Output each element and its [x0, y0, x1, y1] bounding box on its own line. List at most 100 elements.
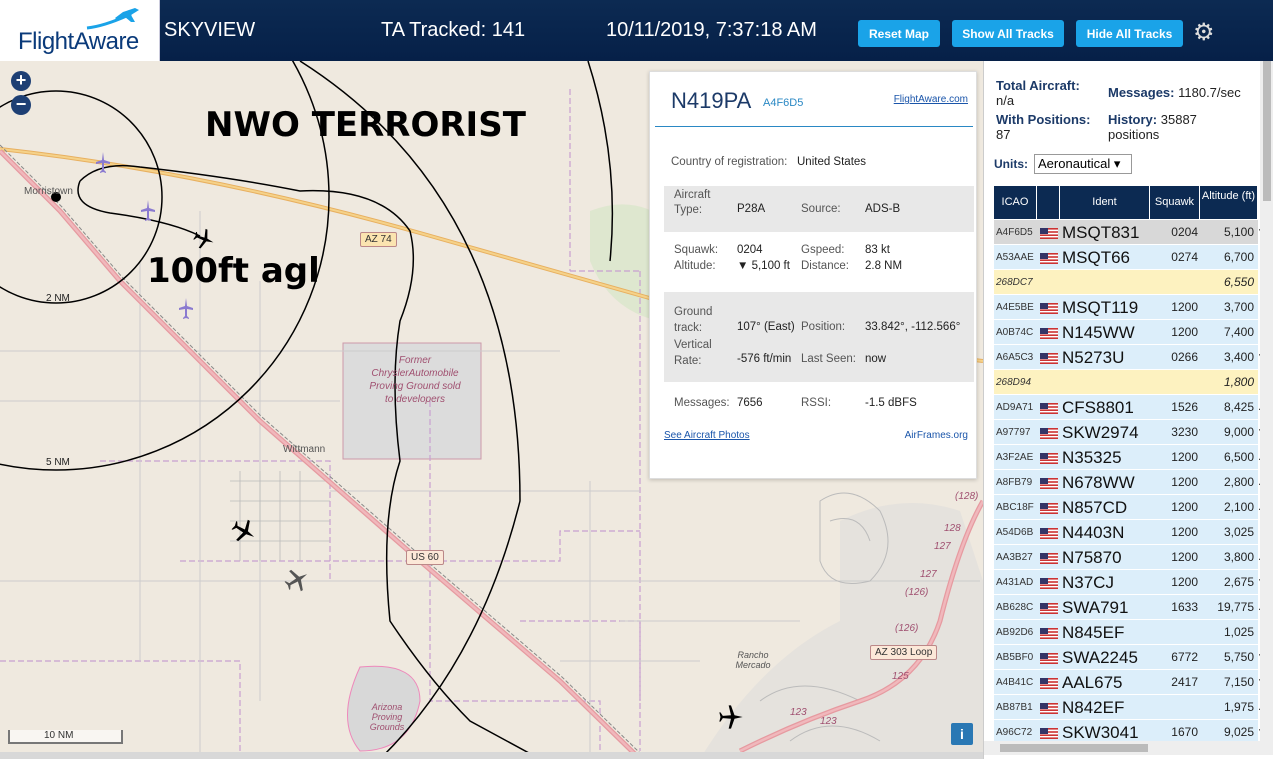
aircraft-photos-link[interactable]: See Aircraft Photos — [664, 430, 750, 441]
zoom-out-button[interactable]: − — [11, 95, 31, 115]
table-row[interactable]: A6A5C3N5273U02663,400▼ — [994, 345, 1267, 370]
table-row[interactable]: A4F6D5MSQT83102045,100▼ — [994, 220, 1267, 245]
road-127a: 127 — [934, 541, 951, 552]
row-altitude: 8,425 — [1223, 400, 1254, 414]
row-altitude: 2,100 — [1223, 500, 1254, 514]
table-row[interactable]: 268DC7 6,550 — [994, 270, 1258, 295]
table-row[interactable]: AB5BF0SWA224567725,750▼ — [994, 645, 1267, 670]
row-ident: N75870 — [1062, 548, 1122, 567]
country-label: Country of registration: — [671, 156, 788, 168]
col-ident[interactable]: Ident — [1060, 186, 1150, 219]
positions-value: 87 — [996, 127, 1011, 142]
col-squawk[interactable]: Squawk — [1150, 186, 1200, 219]
flightaware-logo[interactable]: FlightAware — [0, 0, 160, 61]
source-value: ADS-B — [865, 203, 901, 215]
squawk-label: Squawk: — [674, 244, 719, 256]
row-ident: N37CJ — [1062, 573, 1114, 592]
table-row[interactable]: 268D94 1,800 — [994, 370, 1258, 395]
table-row[interactable]: A4E5BE MSQT119 1200 3,700 — [994, 295, 1258, 320]
row-icao: A431AD — [996, 577, 1034, 588]
units-select[interactable]: Aeronautical ▾ — [1034, 154, 1132, 174]
row-altitude: 7,400 — [1223, 325, 1254, 339]
squawk-value: 0204 — [737, 244, 763, 256]
road-123b: 123 — [820, 716, 837, 727]
road-az74: AZ 74 — [360, 232, 397, 247]
aircraft-icon[interactable] — [230, 517, 258, 545]
with-positions: With Positions: — [996, 112, 1091, 127]
road-123a: 123 — [790, 707, 807, 718]
table-row[interactable]: A54D6B N4403N 1200 3,025 — [994, 520, 1258, 545]
airframes-link[interactable]: AirFrames.org — [905, 430, 968, 441]
table-row[interactable]: AB87B1N842EF1,975▲ — [994, 695, 1267, 720]
ring-label-5nm: 5 NM — [46, 457, 70, 468]
row-ident: SKW2974 — [1062, 423, 1139, 442]
table-row[interactable]: ABC18FN857CD12002,100▲ — [994, 495, 1267, 520]
zoom-in-button[interactable]: + — [11, 71, 31, 91]
total-aircraft-label: Total Aircraft: — [996, 78, 1080, 93]
road-us60: US 60 — [406, 550, 444, 565]
card-hex[interactable]: A4F6D5 — [763, 97, 803, 109]
vrate-value: -576 ft/min — [737, 353, 792, 365]
horizontal-scrollbar[interactable] — [984, 741, 1273, 755]
positions-label: With Positions: — [996, 112, 1091, 127]
sidebar: Total Aircraft: n/a Messages: 1180.7/sec… — [983, 61, 1273, 759]
row-icao: A4B41C — [996, 677, 1034, 688]
reset-map-button[interactable]: Reset Map — [858, 20, 940, 47]
table-row[interactable]: A8FB79N678WW12002,800▲ — [994, 470, 1267, 495]
messages-value: 1180.7/sec — [1178, 85, 1241, 100]
row-ident: SWA791 — [1062, 598, 1129, 617]
table-row[interactable]: A0B74C N145WW 1200 7,400 — [994, 320, 1258, 345]
row-squawk — [1154, 370, 1198, 395]
rssi-label: RSSI: — [801, 397, 832, 409]
hide-all-tracks-button[interactable]: Hide All Tracks — [1076, 20, 1183, 47]
table-row[interactable]: AD9A71CFS880115268,425▲ — [994, 395, 1267, 420]
row-squawk: 1200 — [1171, 575, 1198, 589]
aircraft-icon[interactable] — [140, 199, 156, 223]
us-flag-icon — [1040, 628, 1058, 639]
row-squawk — [1154, 270, 1198, 295]
gspeed-value: 83 kt — [865, 244, 890, 256]
col-altitude[interactable]: Altitude (ft) — [1200, 186, 1258, 219]
row-ident: N845EF — [1062, 623, 1125, 642]
col-flag[interactable] — [1037, 186, 1060, 219]
row-squawk: 0266 — [1171, 350, 1198, 364]
aircraft-icon[interactable] — [283, 566, 311, 594]
place-wittmann: Wittmann — [283, 444, 326, 455]
us-flag-icon — [1040, 403, 1058, 414]
rancho-label: Rancho Mercado — [735, 650, 771, 670]
track-value: 107° (East) — [737, 321, 795, 333]
vertical-scrollbar[interactable] — [1260, 61, 1273, 741]
aircraft-info-card: N419PA A4F6D5 FlightAware.com Country of… — [649, 71, 977, 479]
row-icao: 268D94 — [996, 377, 1032, 388]
table-row[interactable]: A3F2AEN3532512006,500▲ — [994, 445, 1267, 470]
flightaware-link[interactable]: FlightAware.com — [894, 94, 968, 105]
row-ident: SWA2245 — [1062, 648, 1138, 667]
table-row[interactable]: A97797SKW297432309,000▼ — [994, 420, 1267, 445]
show-all-tracks-button[interactable]: Show All Tracks — [952, 20, 1064, 47]
row-altitude: 3,025 — [1223, 525, 1254, 539]
aircraft-icon[interactable] — [717, 703, 745, 731]
gear-icon[interactable]: ⚙ — [1193, 18, 1215, 47]
table-row[interactable]: A4B41CAAL67524177,150▼ — [994, 670, 1267, 695]
us-flag-icon — [1040, 528, 1058, 539]
row-ident: MSQT831 — [1062, 223, 1140, 242]
aircraft-icon[interactable] — [178, 297, 194, 321]
table-row[interactable]: A53AAE MSQT66 0274 6,700 — [994, 245, 1258, 270]
row-ident: N842EF — [1062, 698, 1125, 717]
aircraft-icon-selected[interactable] — [192, 227, 216, 251]
table-row[interactable]: AB628CSWA791163319,775▲ — [994, 595, 1267, 620]
scale-label: 10 NM — [44, 730, 74, 741]
us-flag-icon — [1040, 553, 1058, 564]
info-button[interactable]: i — [951, 723, 973, 745]
row-ident: MSQT66 — [1062, 248, 1131, 267]
card-row-type: Aircraft Type: P28A Source: ADS-B — [664, 186, 974, 232]
aircraft-icon[interactable] — [95, 151, 111, 175]
col-icao[interactable]: ICAO — [994, 186, 1037, 219]
row-squawk — [1154, 620, 1198, 645]
row-squawk: 1633 — [1171, 600, 1198, 614]
row-squawk: 1200 — [1171, 500, 1198, 514]
table-row[interactable]: AB92D6 N845EF 1,025 — [994, 620, 1258, 645]
table-row[interactable]: AA3B27N7587012003,800▲ — [994, 545, 1267, 570]
table-row[interactable]: A431ADN37CJ12002,675▼ — [994, 570, 1267, 595]
row-ident: N35325 — [1062, 448, 1122, 467]
